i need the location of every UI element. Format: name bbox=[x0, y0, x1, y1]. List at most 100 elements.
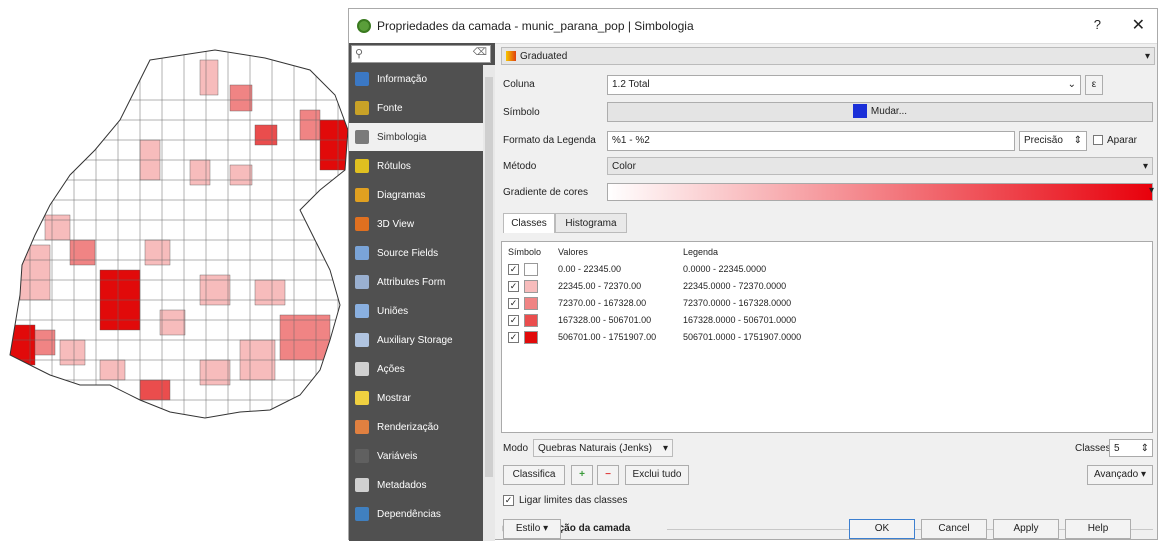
style-menu-button[interactable]: Estilo ▾ bbox=[503, 519, 561, 539]
precision-spinbox[interactable]: Precisão ⇕ bbox=[1019, 131, 1087, 151]
sidebar-item-label: Source Fields bbox=[377, 247, 439, 259]
legend-format-input[interactable]: %1 - %2 bbox=[607, 131, 1015, 151]
cancel-button[interactable]: Cancel bbox=[921, 519, 987, 539]
close-icon[interactable]: ✕ bbox=[1132, 15, 1145, 35]
tab-classes[interactable]: Classes bbox=[503, 213, 555, 233]
class-color-swatch[interactable] bbox=[524, 331, 538, 344]
sidebar-item-depend-ncias[interactable]: Dependências bbox=[349, 500, 483, 528]
sidebar-item-label: Mostrar bbox=[377, 392, 411, 404]
sidebar-item-label: Rótulos bbox=[377, 160, 411, 172]
class-legend: 0.0000 - 22345.0000 bbox=[683, 264, 767, 274]
sidebar-item-fonte[interactable]: Fonte bbox=[349, 94, 483, 122]
qgis-logo-icon bbox=[357, 19, 371, 33]
table-row[interactable]: ✓ 0.00 - 22345.00 0.0000 - 22345.0000 bbox=[508, 262, 1108, 278]
sidebar-item-auxiliary-storage[interactable]: Auxiliary Storage bbox=[349, 326, 483, 354]
color-ramp-select[interactable]: ▾ bbox=[607, 183, 1154, 201]
legend-format-label: Formato da Legenda bbox=[503, 135, 596, 146]
sidebar-item-simbologia[interactable]: Simbologia bbox=[349, 123, 483, 151]
class-color-swatch[interactable] bbox=[524, 280, 538, 293]
method-select[interactable]: Color ▾ bbox=[607, 157, 1153, 175]
mode-select[interactable]: Quebras Naturais (Jenks) ▾ bbox=[533, 439, 673, 457]
sidebar-item-a-es[interactable]: Ações bbox=[349, 355, 483, 383]
table-row[interactable]: ✓ 167328.00 - 506701.00 167328.0000 - 5067… bbox=[508, 313, 1108, 329]
sidebar-item-label: 3D View bbox=[377, 218, 415, 230]
class-color-swatch[interactable] bbox=[524, 263, 538, 276]
class-checkbox[interactable]: ✓ bbox=[508, 298, 519, 309]
renderer-select[interactable]: Graduated ▾ bbox=[501, 47, 1155, 65]
change-symbol-button[interactable]: Mudar... bbox=[607, 102, 1153, 122]
classes-spinbox[interactable]: 5 ⇕ bbox=[1109, 439, 1153, 457]
sidebar-item-label: Auxiliary Storage bbox=[377, 334, 453, 346]
sidebar-scrollbar[interactable] bbox=[483, 65, 495, 541]
chevron-down-icon: ▾ bbox=[1144, 51, 1150, 62]
sidebar-item-diagramas[interactable]: Diagramas bbox=[349, 181, 483, 209]
sidebar-item-mostrar[interactable]: Mostrar bbox=[349, 384, 483, 412]
sidebar-item-uni-es[interactable]: Uniões bbox=[349, 297, 483, 325]
sidebar-item-metadados[interactable]: Metadados bbox=[349, 471, 483, 499]
tab-histogram[interactable]: Histograma bbox=[555, 213, 627, 233]
header-values: Valores bbox=[558, 247, 588, 257]
method-label: Método bbox=[503, 161, 537, 172]
graduated-icon bbox=[506, 51, 516, 62]
sidebar-search-input[interactable]: ⚲ ⌫ bbox=[351, 45, 491, 63]
spin-arrows-icon: ⇕ bbox=[1073, 135, 1082, 146]
dialog-title: Propriedades da camada - munic_parana_po… bbox=[377, 19, 694, 33]
class-checkbox[interactable]: ✓ bbox=[508, 281, 519, 292]
class-legend: 167328.0000 - 506701.0000 bbox=[683, 315, 797, 325]
class-values: 506701.00 - 1751907.00 bbox=[558, 332, 657, 342]
title-bar: Propriedades da camada - munic_parana_po… bbox=[349, 9, 1157, 44]
classes-label: Classes bbox=[1075, 443, 1111, 454]
sidebar-item-label: Dependências bbox=[377, 508, 441, 520]
header-legend: Legenda bbox=[683, 247, 719, 257]
column-select[interactable]: 1.2 Total ⌄ bbox=[607, 75, 1081, 95]
labels-icon bbox=[355, 159, 369, 173]
sidebar-item-source-fields[interactable]: Source Fields bbox=[349, 239, 483, 267]
sidebar: ⚲ ⌫ Informação Fonte Simbologia Rótulos Diag… bbox=[349, 43, 495, 541]
apply-button[interactable]: Apply bbox=[993, 519, 1059, 539]
remove-class-icon[interactable]: − bbox=[597, 465, 619, 485]
link-class-bounds-checkbox[interactable]: ✓ bbox=[503, 495, 514, 506]
table-row[interactable]: ✓ 22345.00 - 72370.00 22345.0000 - 72370.0… bbox=[508, 279, 1108, 295]
advanced-button[interactable]: Avançado ▾ bbox=[1087, 465, 1153, 485]
link-class-bounds-label: Ligar limites das classes bbox=[519, 495, 628, 506]
class-checkbox[interactable]: ✓ bbox=[508, 332, 519, 343]
dialog-footer: Estilo ▾ OK Cancel Apply Help bbox=[497, 517, 1158, 541]
class-color-swatch[interactable] bbox=[524, 314, 538, 327]
sidebar-item-vari-veis[interactable]: Variáveis bbox=[349, 442, 483, 470]
class-color-swatch[interactable] bbox=[524, 297, 538, 310]
delete-all-button[interactable]: Exclui tudo bbox=[625, 465, 689, 485]
ok-button[interactable]: OK bbox=[849, 519, 915, 539]
info-icon bbox=[355, 72, 369, 86]
sidebar-item-r-tulos[interactable]: Rótulos bbox=[349, 152, 483, 180]
class-checkbox[interactable]: ✓ bbox=[508, 315, 519, 326]
sidebar-item-3d-view[interactable]: 3D View bbox=[349, 210, 483, 238]
table-row[interactable]: ✓ 72370.00 - 167328.00 72370.0000 - 167328… bbox=[508, 296, 1108, 312]
help-button[interactable]: Help bbox=[1065, 519, 1131, 539]
sidebar-item-renderiza-o[interactable]: Renderização bbox=[349, 413, 483, 441]
map-preview bbox=[9, 49, 349, 419]
help-icon[interactable]: ? bbox=[1094, 17, 1101, 32]
variables-icon bbox=[355, 449, 369, 463]
symbol-label: Símbolo bbox=[503, 107, 540, 118]
chevron-down-icon: ▾ bbox=[1148, 185, 1154, 196]
clear-search-icon[interactable]: ⌫ bbox=[473, 47, 487, 58]
class-values: 72370.00 - 167328.00 bbox=[558, 298, 647, 308]
joins-icon bbox=[355, 304, 369, 318]
spin-arrows-icon: ⇕ bbox=[1140, 443, 1149, 454]
trim-label: Aparar bbox=[1107, 135, 1138, 146]
chevron-down-icon: ▾ bbox=[1142, 161, 1148, 172]
sidebar-item-informa-o[interactable]: Informação bbox=[349, 65, 483, 93]
class-checkbox[interactable]: ✓ bbox=[508, 264, 519, 275]
expression-button[interactable]: ε bbox=[1085, 75, 1103, 95]
sidebar-item-label: Ações bbox=[377, 363, 405, 375]
dependencies-icon bbox=[355, 507, 369, 521]
add-class-icon[interactable]: + bbox=[571, 465, 593, 485]
table-row[interactable]: ✓ 506701.00 - 1751907.00 506701.0000 - 175… bbox=[508, 330, 1108, 346]
sidebar-item-label: Diagramas bbox=[377, 189, 426, 201]
classify-button[interactable]: Classifica bbox=[503, 465, 565, 485]
trim-checkbox[interactable] bbox=[1093, 135, 1103, 145]
sidebar-item-attributes-form[interactable]: Attributes Form bbox=[349, 268, 483, 296]
symbology-icon bbox=[355, 130, 369, 144]
form-icon bbox=[355, 275, 369, 289]
header-symbol: Símbolo bbox=[508, 247, 542, 257]
